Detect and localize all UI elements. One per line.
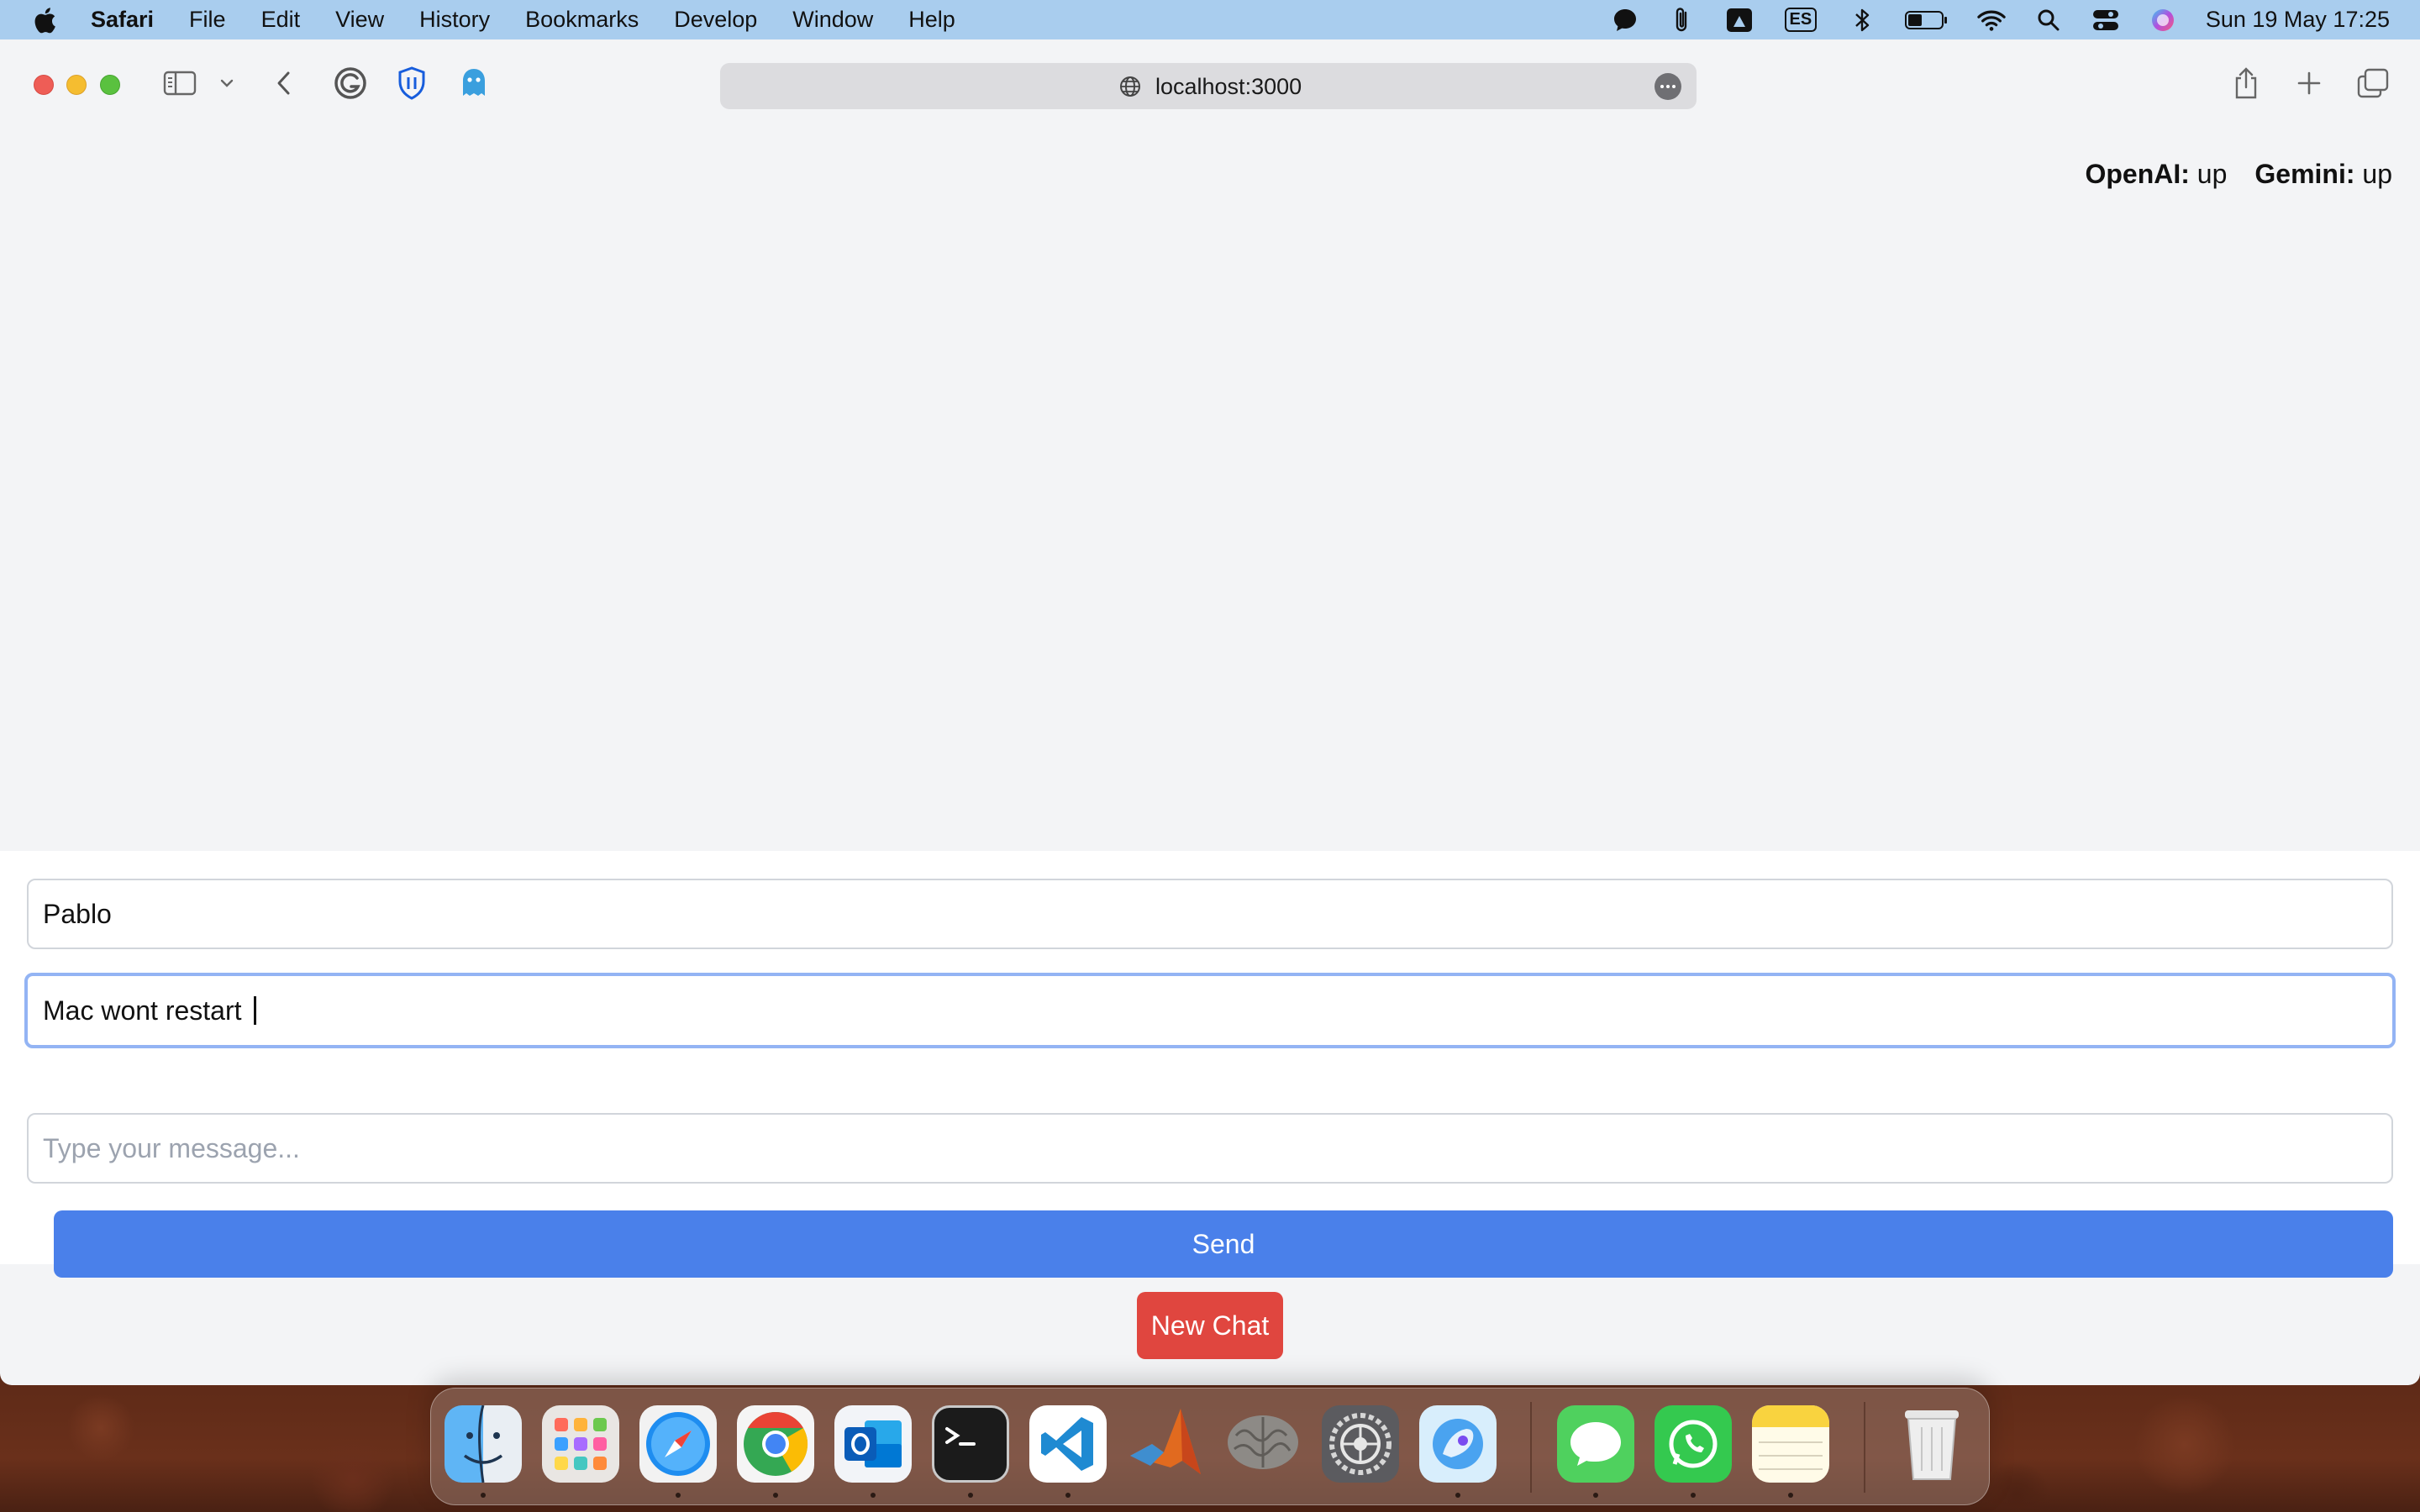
dock-running-indicator — [1065, 1493, 1071, 1498]
control-center-icon[interactable] — [2091, 6, 2120, 34]
brain-app-icon[interactable] — [1224, 1405, 1302, 1483]
subject-field[interactable]: Mac wont restart — [24, 973, 2396, 1048]
siri-icon[interactable] — [2149, 6, 2177, 34]
input-source-indicator[interactable]: ES — [1782, 6, 1819, 34]
dock-running-indicator — [1455, 1493, 1460, 1498]
address-bar-url: localhost:3000 — [1155, 74, 1302, 99]
menu-history[interactable]: History — [419, 7, 490, 33]
gemini-status-value: up — [2362, 159, 2392, 189]
matlab-icon[interactable] — [1127, 1405, 1204, 1483]
bluetooth-icon[interactable] — [1848, 6, 1876, 34]
system-settings-gear-icon[interactable] — [1322, 1405, 1399, 1483]
chat-bubble-icon[interactable] — [1611, 6, 1639, 34]
message-input[interactable]: Type your message... — [27, 1113, 2393, 1184]
terminal-icon[interactable] — [932, 1405, 1009, 1483]
menu-file[interactable]: File — [189, 7, 226, 33]
message-input-placeholder: Type your message... — [43, 1132, 300, 1163]
page-menu-more-icon[interactable] — [1655, 73, 1681, 100]
apple-icon[interactable] — [32, 6, 57, 34]
menu-window[interactable]: Window — [792, 7, 873, 33]
copilot-icon[interactable] — [1419, 1405, 1497, 1483]
send-button[interactable]: Send — [54, 1210, 2393, 1278]
dock-running-indicator — [1788, 1493, 1793, 1498]
close-window-button[interactable] — [34, 75, 54, 95]
grammarly-extension-icon[interactable] — [333, 65, 368, 102]
launchpad-icon[interactable] — [542, 1405, 619, 1483]
dock-separator — [1530, 1402, 1532, 1493]
browser-toolbar: localhost:3000 — [0, 39, 2420, 130]
fullscreen-window-button[interactable] — [100, 75, 120, 95]
wifi-icon[interactable] — [1977, 6, 2006, 34]
whatsapp-icon[interactable] — [1655, 1405, 1732, 1483]
menu-develop[interactable]: Develop — [674, 7, 757, 33]
trash-icon[interactable] — [1893, 1405, 1970, 1483]
dock-running-indicator — [1593, 1493, 1598, 1498]
chrome-icon[interactable] — [737, 1405, 814, 1483]
name-field-value: Pablo — [43, 898, 112, 929]
messages-icon[interactable] — [1557, 1405, 1634, 1483]
menu-view[interactable]: View — [335, 7, 384, 33]
new-tab-plus-icon[interactable] — [2294, 65, 2324, 102]
share-icon[interactable] — [2231, 65, 2261, 102]
menu-bar-clock[interactable]: Sun 19 May 17:25 — [2206, 7, 2390, 33]
dock-running-indicator — [773, 1493, 778, 1498]
menu-help[interactable]: Help — [908, 7, 955, 33]
back-chevron-icon[interactable] — [271, 65, 297, 102]
menu-bar: Safari File Edit View History Bookmarks … — [0, 0, 2420, 39]
address-bar[interactable]: localhost:3000 — [720, 63, 1697, 109]
drive-icon[interactable] — [1725, 6, 1754, 34]
notes-icon[interactable] — [1752, 1405, 1829, 1483]
dock-running-indicator — [1691, 1493, 1696, 1498]
dock-running-indicator — [481, 1493, 486, 1498]
bitwarden-shield-icon[interactable] — [395, 65, 429, 102]
browser-window: localhost:3000 OpenAI: up Gemini: up Pab… — [0, 39, 2420, 1385]
ghostery-ghost-icon[interactable] — [459, 65, 489, 102]
tab-overview-icon[interactable] — [2356, 65, 2390, 102]
paperclip-icon[interactable] — [1668, 6, 1697, 34]
vscode-icon[interactable] — [1029, 1405, 1107, 1483]
openai-status-value: up — [2196, 159, 2228, 189]
dock-running-indicator — [676, 1493, 681, 1498]
safari-compass-icon[interactable] — [639, 1405, 717, 1483]
dock-running-indicator — [968, 1493, 973, 1498]
input-source-label: ES — [1784, 8, 1818, 32]
menu-bookmarks[interactable]: Bookmarks — [525, 7, 639, 33]
dock — [430, 1388, 1990, 1505]
name-field[interactable]: Pablo — [27, 879, 2393, 949]
finder-icon[interactable] — [445, 1405, 522, 1483]
new-chat-button[interactable]: New Chat — [1137, 1292, 1283, 1359]
openai-status-label: OpenAI: — [2085, 159, 2190, 189]
gemini-status: Gemini: up — [2254, 159, 2392, 190]
battery-icon[interactable] — [1904, 6, 1949, 34]
outlook-icon[interactable] — [834, 1405, 912, 1483]
chat-form-panel: Pablo Mac wont restart Type your message… — [0, 851, 2420, 1278]
openai-status: OpenAI: up — [2085, 159, 2227, 190]
chevron-down-icon[interactable] — [217, 65, 237, 102]
menu-app-name[interactable]: Safari — [91, 7, 154, 33]
dock-running-indicator — [871, 1493, 876, 1498]
service-status: OpenAI: up Gemini: up — [2085, 159, 2392, 190]
menu-edit[interactable]: Edit — [261, 7, 301, 33]
spotlight-search-icon[interactable] — [2034, 6, 2063, 34]
globe-icon — [1118, 75, 1142, 104]
text-caret — [254, 996, 257, 1025]
sidebar-toggle-icon[interactable] — [162, 65, 197, 102]
gemini-status-label: Gemini: — [2254, 159, 2355, 189]
minimize-window-button[interactable] — [66, 75, 87, 95]
dock-separator — [1864, 1402, 1865, 1493]
subject-field-value: Mac wont restart — [43, 995, 250, 1026]
